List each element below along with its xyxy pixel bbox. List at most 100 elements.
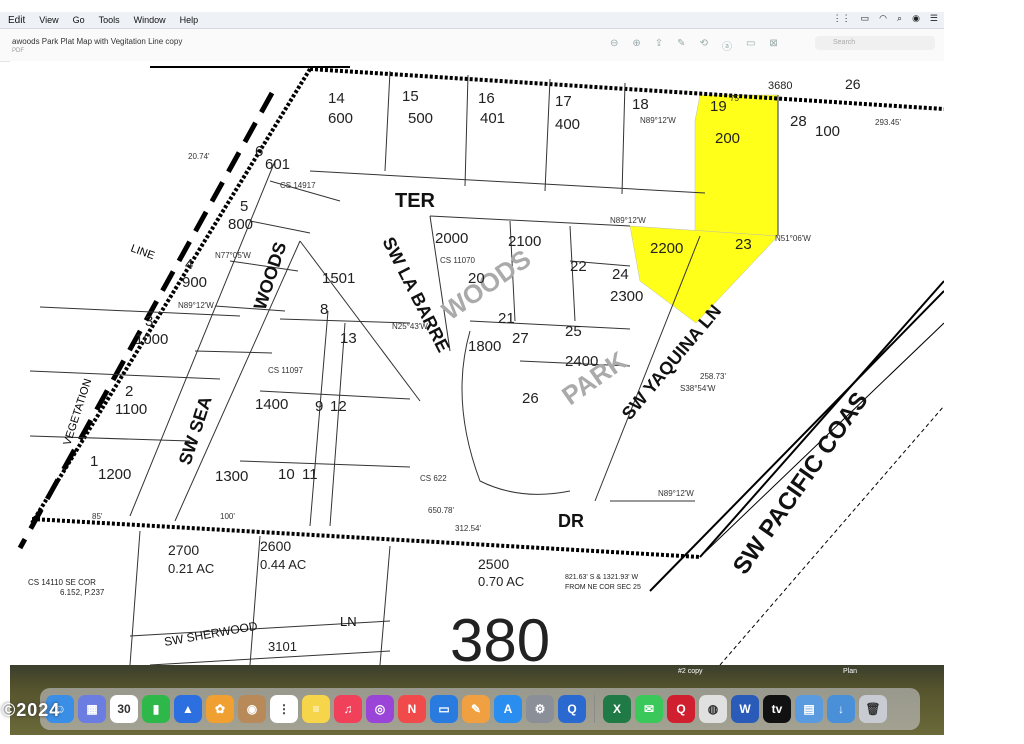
battery-icon[interactable]: ▭ [861, 13, 870, 24]
dock-tv-icon[interactable]: tv [763, 695, 791, 723]
parcel-2700-acres: 0.21 AC [168, 561, 214, 576]
lot-2400: 2400 [565, 353, 598, 370]
lot-22: 22 [570, 258, 587, 275]
distance-100: 100' [220, 512, 235, 521]
dock-settings-icon[interactable]: ⚙ [526, 695, 554, 723]
lot-26: 26 [522, 390, 539, 407]
dock-downloads-icon[interactable]: ↓ [827, 695, 855, 723]
notification-icon[interactable]: ☰ [930, 13, 938, 24]
line-label: LINE [129, 243, 156, 263]
lot-1300: 1300 [215, 468, 248, 485]
share-icon[interactable]: ⇪ [655, 38, 663, 53]
lot-601: 601 [265, 156, 290, 173]
lot-600: 600 [328, 110, 353, 127]
markup-icon[interactable]: ✎ [677, 38, 685, 53]
menu-window[interactable]: Window [134, 15, 166, 25]
dock-podcasts-icon[interactable]: ◎ [366, 695, 394, 723]
dock-label-left: #2 copy [678, 668, 703, 675]
control-center-icon[interactable]: ⋮⋮ [833, 13, 851, 24]
lot-2300: 2300 [610, 288, 643, 305]
lot-6: 6 [255, 143, 263, 160]
lot-200: 200 [715, 130, 740, 147]
lot-1400: 1400 [255, 396, 288, 413]
bearing-n89-west: N89°12'W [178, 301, 214, 310]
dock-word-icon[interactable]: W [731, 695, 759, 723]
distance-75: 75' [730, 94, 741, 103]
spotlight-icon[interactable]: ⌕ [897, 13, 902, 24]
dock-reminders-icon[interactable]: ⋮ [270, 695, 298, 723]
lot-9: 9 [315, 398, 323, 415]
form-icon[interactable]: ⊠ [769, 38, 777, 53]
sidebar-icon[interactable]: ▭ [746, 38, 755, 53]
dock-photos-icon[interactable]: ✿ [206, 695, 234, 723]
cs-11070: CS 11070 [440, 256, 476, 265]
lot-24: 24 [612, 266, 629, 283]
lot-400: 400 [555, 116, 580, 133]
dock-chrome-icon[interactable]: ◍ [699, 695, 727, 723]
lot-2100: 2100 [508, 233, 541, 250]
menu-tools[interactable]: Tools [99, 15, 120, 25]
dock-trash-icon[interactable]: 🗑 [859, 695, 887, 723]
plat-map: TER SW LA BARRE WOODS SW SEA SW YAQUINA … [10, 61, 944, 665]
bearing-s38: S38°54'W [680, 384, 716, 393]
parcel-2500-acres: 0.70 AC [478, 574, 524, 589]
deed-ref: 6.152, P.237 [60, 588, 105, 597]
wifi-icon[interactable]: ◠ [879, 13, 887, 24]
plat-map-drawing: TER SW LA BARRE WOODS SW SEA SW YAQUINA … [17, 66, 944, 665]
dock-keynote-icon[interactable]: ▲ [174, 695, 202, 723]
lot-28: 28 [790, 113, 807, 130]
dock-appstore-icon[interactable]: A [494, 695, 522, 723]
zoom-in-icon[interactable]: ⊕ [632, 38, 640, 53]
south-boundary [31, 517, 701, 559]
dock-pages-icon[interactable]: ✎ [462, 695, 490, 723]
lot-23: 23 [735, 236, 752, 253]
dock-label-right: Plan [843, 668, 858, 675]
lot-1501: 1501 [322, 270, 355, 287]
lot-5: 5 [240, 198, 248, 215]
menu-view[interactable]: View [39, 15, 58, 25]
dock-excel-icon[interactable]: X [603, 695, 631, 723]
dock-preview-icon[interactable]: ▤ [795, 695, 823, 723]
lot-14: 14 [328, 90, 345, 107]
lot-1200: 1200 [98, 466, 131, 483]
map-number-380: 380 [450, 607, 550, 665]
dock-quicken-icon[interactable]: Q [667, 695, 695, 723]
annotate-icon[interactable]: ⓐ [722, 38, 732, 53]
dock-separator [594, 695, 595, 723]
dock-music-icon[interactable]: ♫ [334, 695, 362, 723]
dock-notes-icon[interactable]: ≡ [302, 695, 330, 723]
menu-edit[interactable]: Edit [8, 15, 25, 26]
lot-500: 500 [408, 110, 433, 127]
lot-2000: 2000 [435, 230, 468, 247]
menu-help[interactable]: Help [180, 15, 199, 25]
search-input[interactable]: Search [815, 36, 935, 50]
from-ne-cor: FROM NE COR SEC 25 [565, 584, 641, 591]
street-dr: DR [558, 511, 584, 531]
lot-25: 25 [565, 323, 582, 340]
dock-launchpad-icon[interactable]: ▦ [78, 695, 106, 723]
bearing-n89-mid: N89°12'W [610, 216, 646, 225]
bearing-n89-low: N89°12'W [658, 489, 694, 498]
dock-quicktime-icon[interactable]: Q [558, 695, 586, 723]
dock-keynote2-icon[interactable]: ▭ [430, 695, 458, 723]
parcel-2600: 2600 [260, 538, 291, 554]
lot-10: 10 [278, 466, 295, 483]
lot-2: 2 [125, 383, 133, 400]
siri-icon[interactable]: ◉ [912, 13, 920, 24]
parcel-2600-acres: 0.44 AC [260, 557, 306, 572]
rotate-icon[interactable]: ⟲ [700, 38, 708, 53]
menu-go[interactable]: Go [73, 15, 85, 25]
dock-news-icon[interactable]: N [398, 695, 426, 723]
lot-1800: 1800 [468, 338, 501, 355]
lot-12: 12 [330, 398, 347, 415]
zoom-out-icon[interactable]: ⊖ [610, 38, 618, 53]
distance-20-74: 20.74' [188, 152, 210, 161]
street-ln: LN [340, 614, 357, 629]
dock-contacts-icon[interactable]: ◉ [238, 695, 266, 723]
lot-1000: 1000 [135, 331, 168, 348]
dock-calendar-icon[interactable]: 30 [110, 695, 138, 723]
dock-messages-icon[interactable]: ✉ [635, 695, 663, 723]
bearing-n51: N51°06'W [775, 234, 811, 243]
lot-21: 21 [498, 310, 515, 327]
dock-numbers-icon[interactable]: ▮ [142, 695, 170, 723]
